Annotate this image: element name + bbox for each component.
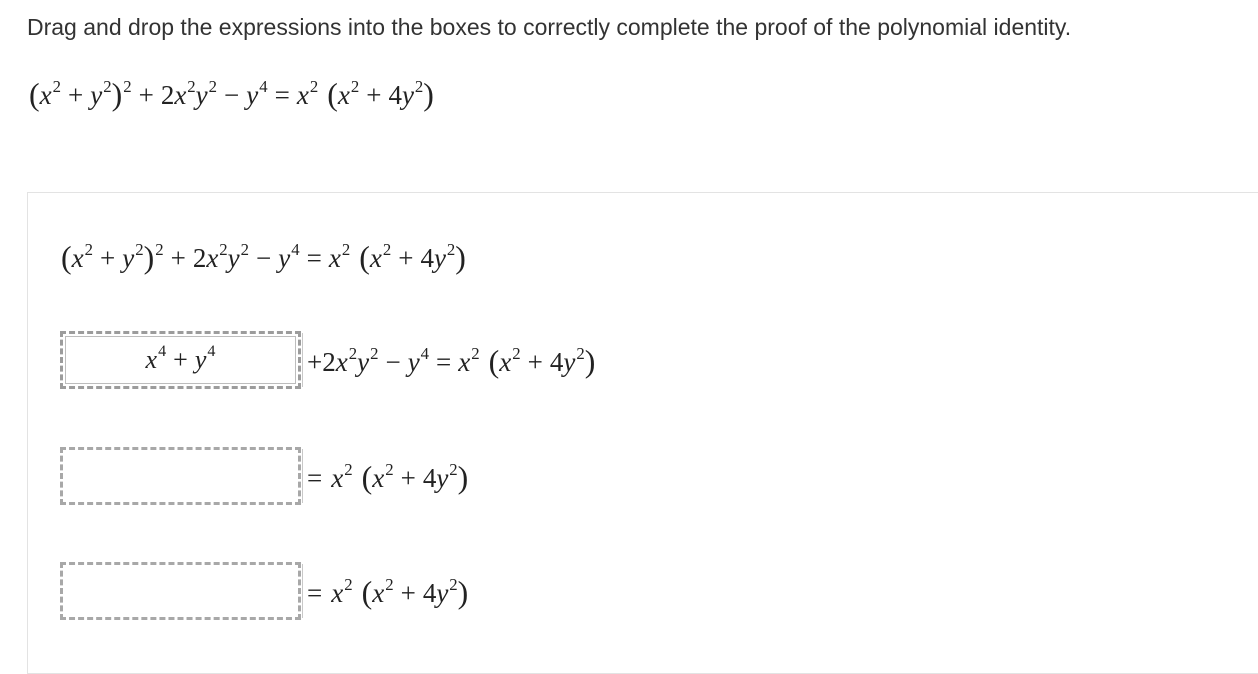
drop-box-step-1[interactable]: x4 + y4 [60,331,301,389]
dropped-expression-tile[interactable]: x4 + y4 [65,336,296,384]
step-1-tail: +2x2y2− y4 = x2 (x2 +4y2) [307,343,596,379]
proof-panel: (x2 + y2)2 +2x2y2− y4 = x2 (x2 +4y2) x4 + y4 +2x2y… [27,192,1258,674]
instructions-text: Drag and drop the expressions into the b… [27,14,1072,40]
step-2-divider [302,449,303,503]
proof-start-statement: (x2 + y2)2 +2x2y2− y4 = x2 (x2 +4y2) [61,239,466,275]
step-1-divider [302,333,303,387]
step-2-tail: = x2 (x2 +4y2) [307,459,469,495]
identity-formula: (x2 + y2)2 +2x2y2− y4 = x2 (x2 +4y2) [29,76,434,112]
dropped-expression: x4 + y4 [145,343,216,374]
drop-box-step-3[interactable] [60,562,301,620]
step-3-divider [302,564,303,618]
step-3-tail: = x2 (x2 +4y2) [307,574,469,610]
drop-box-step-2[interactable] [60,447,301,505]
identity-statement: (x2 + y2)2 +2x2y2− y4 = x2 (x2 +4y2) [29,76,434,112]
